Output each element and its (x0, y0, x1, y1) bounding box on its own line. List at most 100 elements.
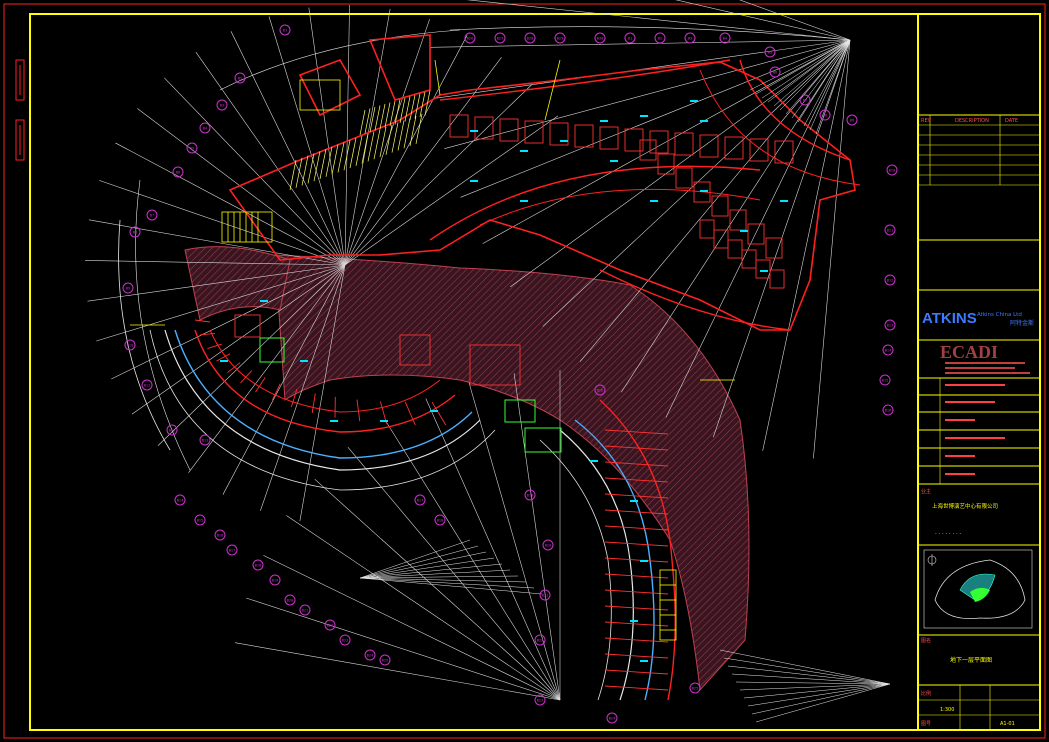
grid-line (579, 39, 851, 362)
partition-wall (431, 401, 447, 426)
ecadi-logo: ECADI (940, 342, 998, 362)
grid-bubble-label: B8 (133, 231, 137, 235)
fan-line (747, 683, 891, 707)
key-plan-thumbnail (923, 549, 1033, 629)
grid-bubble-label: B9 (850, 119, 854, 123)
room-label-mark (630, 500, 638, 502)
grid-bubble-label: B2 (658, 37, 662, 41)
partition-wall (604, 685, 669, 691)
room (741, 249, 757, 269)
fan-line (359, 569, 511, 579)
room (524, 120, 544, 144)
stall-line (364, 108, 371, 134)
fan-line (727, 665, 891, 685)
partition-wall (604, 541, 669, 547)
partition-wall (604, 605, 669, 611)
grid-line (314, 478, 561, 701)
partition-wall (272, 383, 281, 401)
room-label-mark (330, 420, 338, 422)
grid-bubble-label: B25 (692, 687, 699, 691)
room (499, 118, 519, 142)
grid-line (510, 39, 851, 288)
stall-line (379, 126, 387, 158)
partition-wall (356, 399, 361, 422)
grid-bubble-label: B17 (417, 499, 424, 503)
stall-line (307, 153, 315, 184)
room (727, 239, 743, 259)
floor-plan-drawing[interactable]: B1 B2 B3 B4 B5 B6 B7 B8 B9 B10 B11 B12 B13 B14 B15 B16 B… (0, 0, 1049, 742)
grid-bubble-label: B28 (527, 37, 534, 41)
room (639, 139, 657, 161)
grid-bubble-label: B11 (144, 384, 151, 388)
grid-bubble-label: B18 (255, 564, 262, 568)
grid-bubble-label: B11 (887, 229, 894, 233)
grid-bubble-label: B26 (467, 37, 474, 41)
room (474, 116, 494, 140)
fan-line (719, 649, 891, 685)
grid-line (164, 77, 346, 266)
grid-bubble-label: B27 (497, 37, 504, 41)
fan-line (743, 683, 891, 699)
room (699, 134, 719, 158)
grid-bubble-label: B20 (545, 544, 552, 548)
stall-line (337, 142, 345, 173)
stall-line (361, 133, 369, 164)
grid-bubble-label: B25 (382, 659, 389, 663)
partition-wall (194, 319, 211, 323)
stall-line (385, 124, 393, 155)
grid-line (444, 39, 851, 149)
grid-bubble-label: B30 (597, 37, 604, 41)
grid-bubble-label: B14 (885, 349, 892, 353)
grid-line (308, 7, 346, 266)
room (574, 124, 594, 148)
grid-line (620, 39, 851, 393)
room (749, 138, 769, 162)
grid-bubble-label: B16 (885, 409, 892, 413)
room (699, 219, 715, 239)
stall-line (397, 120, 405, 151)
grid-line (263, 555, 561, 701)
room-label-mark (260, 300, 268, 302)
grid-bubble-label: B1 (628, 37, 632, 41)
grid-bubble-label: B22 (327, 624, 334, 628)
fan-line (723, 657, 891, 685)
grid-bubble-label: B21 (302, 609, 309, 613)
cad-viewport[interactable]: B1 B2 B3 B4 B5 B6 B7 B8 B9 B10 B11 B12 B13 B14 B15 B16 B… (0, 0, 1049, 742)
stall-line (414, 93, 421, 119)
room-label-mark (470, 130, 478, 132)
grid-bubble-label: B19 (272, 579, 279, 583)
owner-value: 上海世博演艺中心有限公司 (932, 502, 998, 510)
grid-bubble-label: B6 (176, 171, 180, 175)
scale-label: 比例 (921, 690, 931, 697)
stall-line (404, 96, 411, 122)
grid-line (665, 39, 851, 418)
grid-bubble-label: B26 (597, 389, 604, 393)
grid-bubble-label: B12 (169, 429, 176, 433)
rev-header-rev: REV (921, 118, 932, 124)
grid-line (115, 142, 346, 266)
drawing-name-label: 图名 (921, 637, 931, 644)
room (674, 132, 694, 156)
room-label-mark (780, 200, 788, 202)
sheet-label: 图号 (921, 721, 931, 727)
grid-bubble-label: B4 (723, 37, 727, 41)
ecadi-address-lines (945, 362, 1030, 374)
stall-line (374, 105, 381, 131)
room-label-mark (380, 420, 388, 422)
fan-line (359, 539, 471, 579)
room (755, 259, 771, 279)
grid-line (460, 39, 851, 198)
partition-wall (604, 525, 669, 531)
stall-line (301, 155, 309, 186)
grid-bubble-label: B19 (527, 494, 534, 498)
grid-line (344, 35, 468, 266)
grid-bubble-label: B18 (437, 519, 444, 523)
grid-bubble-label: B13 (887, 324, 894, 328)
room-label-mark (560, 140, 568, 142)
room (747, 223, 765, 245)
owner-label: 业主 (921, 488, 931, 495)
fan-line (359, 575, 519, 579)
grid-bubble-label: B7 (150, 214, 154, 218)
grid-bubble-label: B8 (823, 114, 827, 118)
stall-line (295, 157, 303, 188)
